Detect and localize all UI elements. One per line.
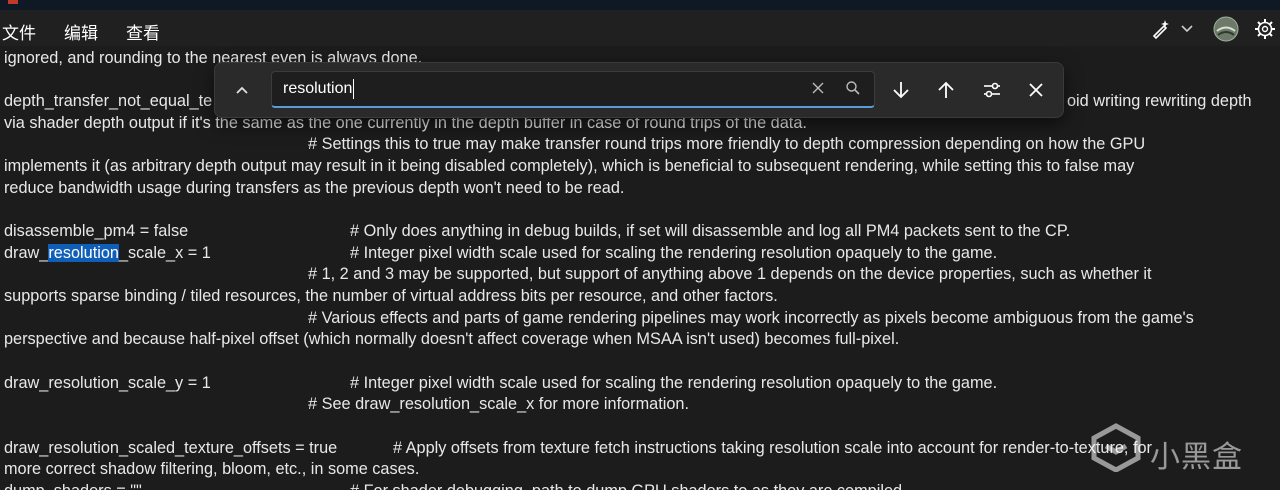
text-segment: dump_shaders = ""	[4, 480, 142, 490]
text-line: supports sparse binding / tiled resource…	[4, 287, 778, 305]
text-caret	[353, 79, 354, 99]
text-line: # Settings this to true may make transfe…	[4, 133, 1280, 155]
text-line: disassemble_pm4 = false # Only does anyt…	[4, 220, 1280, 242]
menu-edit[interactable]: 编辑	[64, 19, 98, 44]
arrow-up-icon[interactable]	[930, 74, 962, 106]
comment-segment: # See draw_resolution_scale_x for more i…	[308, 395, 689, 413]
text-line: draw_resolution_scale_y = 1 # Integer pi…	[4, 372, 1280, 394]
sparkle-pen-icon[interactable]	[1150, 18, 1172, 40]
text-segment: draw_resolution_scale_y = 1	[4, 374, 211, 392]
arrow-down-icon[interactable]	[885, 74, 917, 106]
app-icon	[8, 0, 18, 4]
text-segment: draw_resolution_scale_x = 1	[4, 242, 211, 264]
menu-view[interactable]: 查看	[126, 19, 160, 44]
comment-segment: # Settings this to true may make transfe…	[308, 135, 1146, 153]
comment-segment: # 1, 2 and 3 may be supported, but suppo…	[308, 265, 1152, 283]
search-input-value: resolution	[283, 80, 353, 97]
text-line: reduce bandwidth usage during transfers …	[4, 179, 625, 197]
chevron-down-icon[interactable]	[1180, 22, 1194, 36]
text-line: # Various effects and parts of game rend…	[4, 307, 1280, 329]
text-line: perspective and because half-pixel offse…	[4, 330, 900, 348]
text-segment: disassemble_pm4 = false	[4, 222, 189, 240]
gear-icon[interactable]	[1254, 18, 1276, 40]
menu-file[interactable]: 文件	[2, 19, 36, 44]
close-icon[interactable]	[1020, 74, 1052, 106]
comment-segment: # Only does anything in debug builds, if…	[350, 222, 1071, 240]
search-icon[interactable]	[845, 80, 861, 101]
watermark-text: 小黑盒	[1150, 440, 1243, 475]
comment-segment: # Integer pixel width scale used for sca…	[350, 374, 998, 392]
text-line: draw_resolution_scale_x = 1 # Integer pi…	[4, 242, 1280, 264]
text-segment: oid writing rewriting depth	[1067, 92, 1252, 110]
comment-segment: # Integer pixel width scale used for sca…	[350, 244, 998, 262]
title-bar	[0, 0, 1280, 10]
text-prefix: draw_	[4, 244, 49, 262]
find-panel: resolution	[214, 62, 1064, 118]
comment-segment: # Various effects and parts of game rend…	[308, 309, 1194, 327]
text-segment: draw_resolution_scaled_texture_offsets =…	[4, 439, 338, 457]
text-segment: depth_transfer_not_equal_te	[4, 92, 213, 110]
text-line: # 1, 2 and 3 may be supported, but suppo…	[4, 263, 1280, 285]
chevron-up-icon[interactable]	[226, 74, 258, 106]
watermark: 小黑盒	[1088, 422, 1248, 482]
search-match-highlight: resolution	[48, 244, 119, 262]
text-suffix: _scale_x = 1	[118, 244, 211, 262]
filter-options-icon[interactable]	[976, 74, 1008, 106]
comment-segment: # Apply offsets from texture fetch instr…	[393, 439, 1152, 457]
menu-bar: 文件 编辑 查看	[0, 10, 1280, 46]
text-line: # See draw_resolution_scale_x for more i…	[4, 393, 1280, 415]
comment-segment: # For shader debugging, path to dump GPU…	[350, 480, 907, 490]
clear-icon[interactable]	[810, 80, 826, 101]
search-input[interactable]: resolution	[271, 71, 875, 108]
text-line: implements it (as arbitrary depth output…	[4, 157, 1135, 175]
text-line: more correct shadow filtering, bloom, et…	[4, 460, 420, 478]
watermark-logo-icon	[1091, 423, 1141, 473]
avatar[interactable]	[1213, 16, 1239, 42]
